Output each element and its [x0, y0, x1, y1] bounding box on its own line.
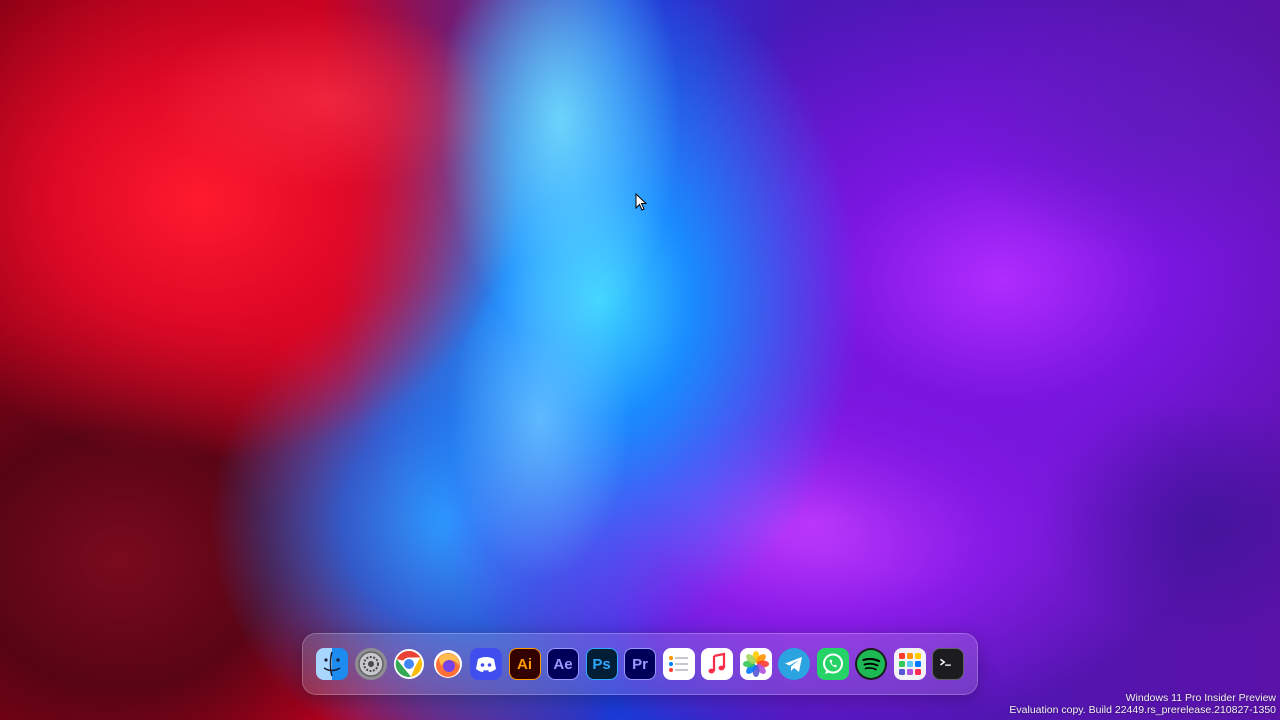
reminders-icon[interactable]: [662, 648, 695, 680]
whatsapp-icon[interactable]: [816, 648, 849, 680]
after-effects-icon[interactable]: Ae: [547, 648, 579, 680]
wallpaper: [0, 0, 1280, 720]
watermark-build: Evaluation copy. Build 22449.rs_prerelea…: [1009, 704, 1276, 716]
windows-watermark: Windows 11 Pro Insider Preview Evaluatio…: [1009, 692, 1276, 716]
dock: Ai Ae Ps Pr: [302, 633, 978, 695]
terminal-icon[interactable]: [932, 648, 964, 680]
music-icon[interactable]: [701, 648, 733, 680]
launchpad-icon[interactable]: [893, 648, 926, 680]
illustrator-icon[interactable]: Ai: [508, 648, 541, 680]
discord-icon[interactable]: [470, 648, 502, 680]
telegram-icon[interactable]: [778, 648, 810, 680]
photos-icon[interactable]: [739, 648, 772, 680]
finder-icon[interactable]: [316, 648, 348, 680]
chrome-icon[interactable]: [393, 648, 425, 680]
premiere-icon[interactable]: Pr: [624, 648, 656, 680]
mouse-cursor-icon: [635, 193, 647, 211]
photoshop-icon[interactable]: Ps: [585, 648, 618, 680]
spotify-icon[interactable]: [855, 648, 887, 680]
watermark-edition: Windows 11 Pro Insider Preview: [1125, 692, 1276, 704]
desktop[interactable]: Ai Ae Ps Pr Windows 11 Pro Insider Previ…: [0, 0, 1280, 720]
system-settings-icon[interactable]: [354, 648, 387, 680]
firefox-icon[interactable]: [432, 648, 464, 680]
